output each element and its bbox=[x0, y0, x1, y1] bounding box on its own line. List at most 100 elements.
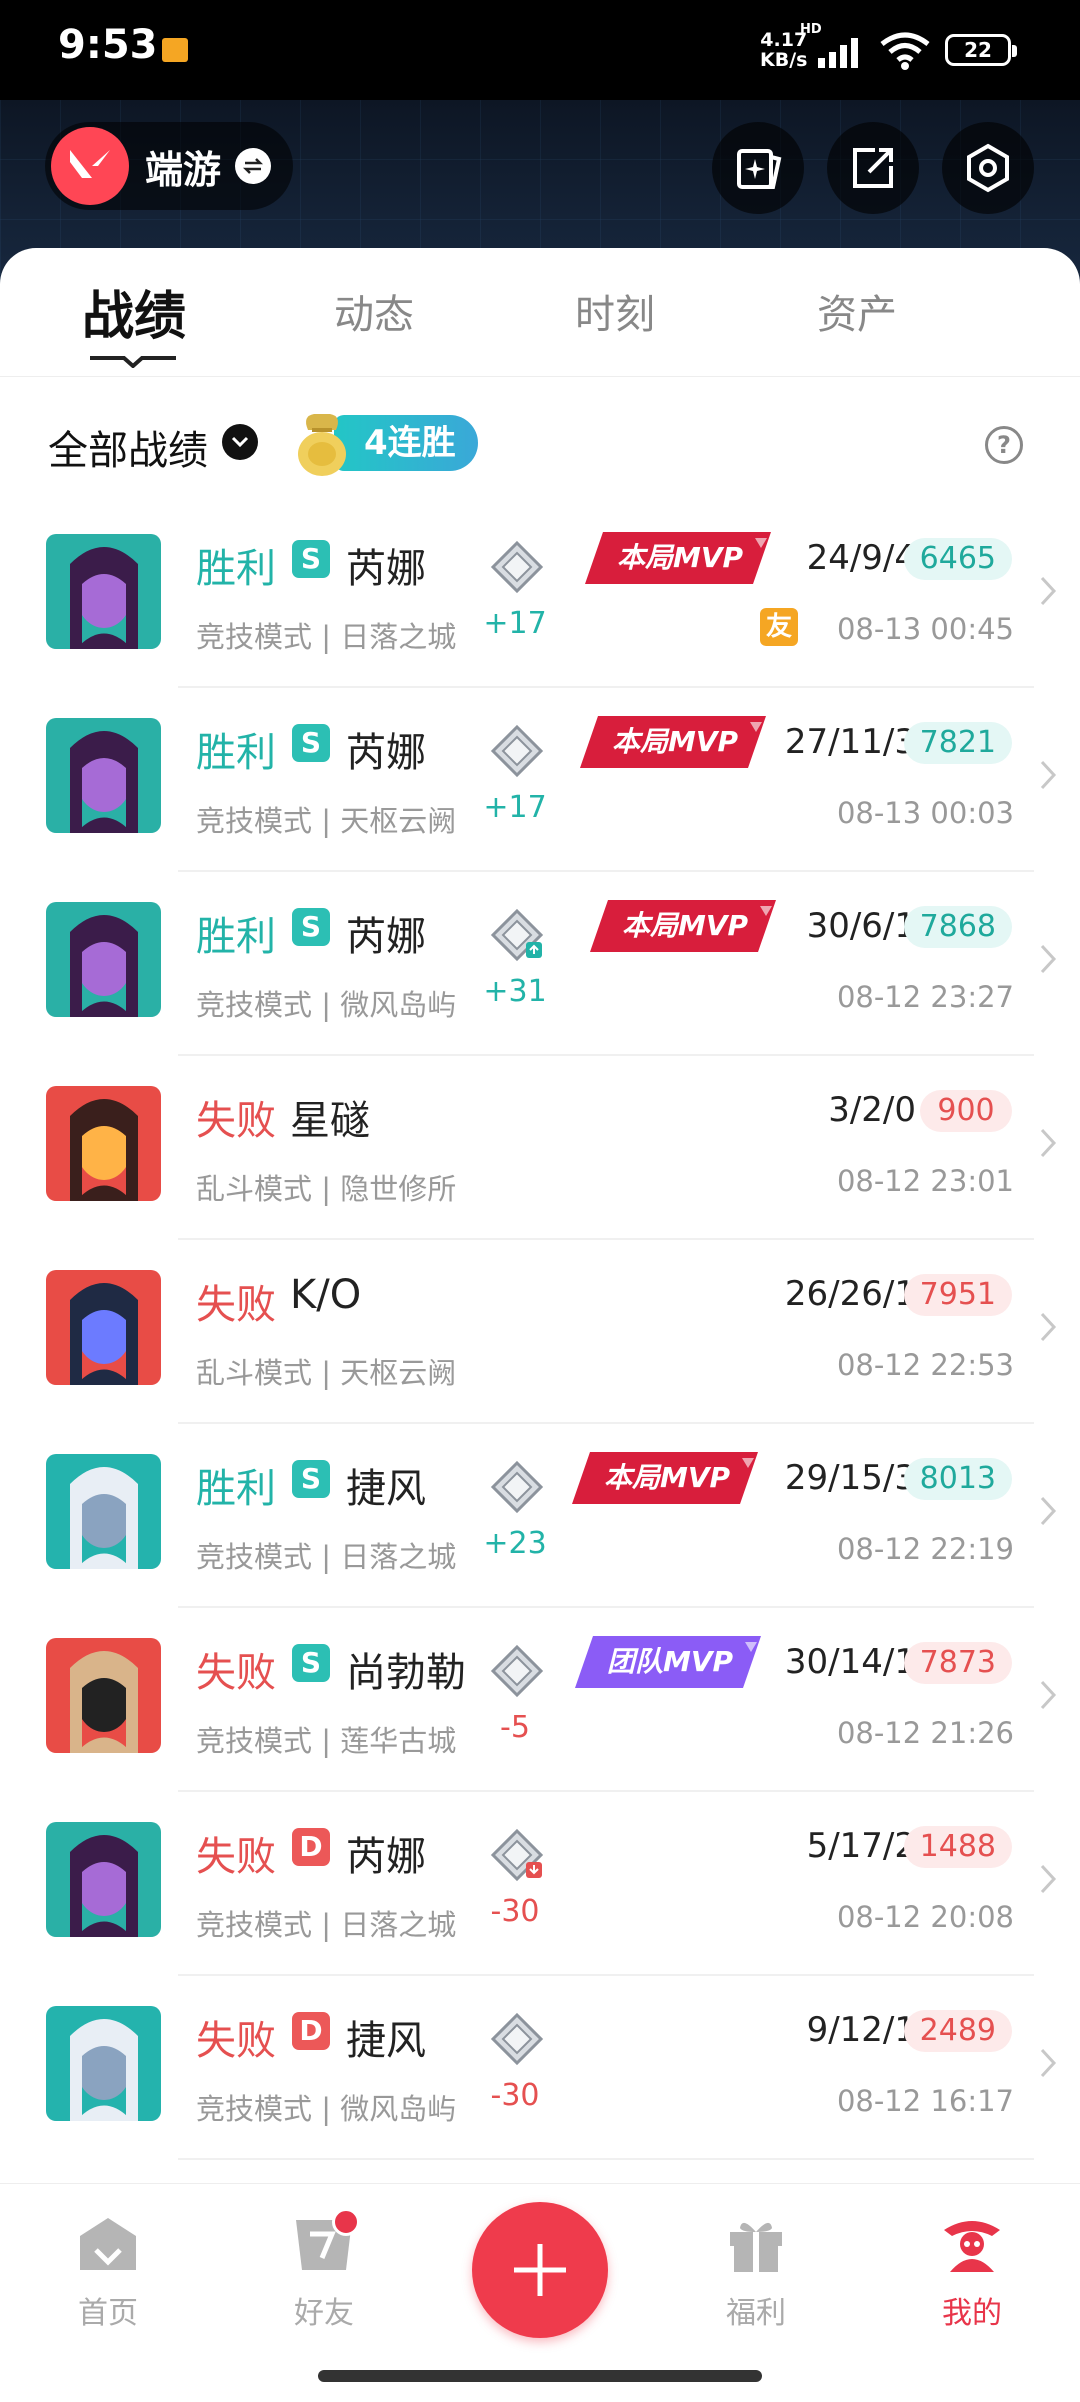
chevron-right-icon bbox=[1040, 760, 1057, 790]
agent-name: 芮娜 bbox=[346, 1834, 426, 1880]
match-row[interactable]: 失败 星礈 乱斗模式 | 隐世修所 3/2/0 900 08-12 23:01 bbox=[0, 1056, 1080, 1240]
card-edit-button[interactable] bbox=[712, 122, 804, 214]
mvp-badge: 本局MVP bbox=[572, 1448, 762, 1508]
swap-icon bbox=[235, 148, 272, 184]
rank-diamond-icon bbox=[490, 1644, 544, 1698]
rank-diamond-icon bbox=[490, 2012, 544, 2066]
agent-name: 星礈 bbox=[290, 1098, 370, 1144]
mvp-label: 本局MVP bbox=[621, 909, 749, 942]
gift-icon bbox=[730, 2222, 782, 2272]
match-row[interactable]: 失败 K/O 乱斗模式 | 天枢云阙 26/26/1 7951 08-12 22:53 bbox=[0, 1240, 1080, 1424]
chevron-right-icon bbox=[1040, 1864, 1057, 1894]
tab-record[interactable]: 战绩 bbox=[82, 274, 186, 349]
network-type: HD bbox=[800, 22, 822, 37]
match-result: 失败 bbox=[196, 1282, 276, 1328]
match-time: 08-12 23:01 bbox=[836, 1164, 1014, 1198]
match-time: 08-12 22:19 bbox=[836, 1532, 1014, 1566]
nav-home[interactable]: 首页 bbox=[48, 2214, 168, 2332]
match-time: 08-12 20:08 bbox=[836, 1900, 1014, 1934]
agent-avatar bbox=[46, 1822, 161, 1937]
add-button[interactable] bbox=[472, 2202, 608, 2338]
match-row[interactable]: 胜利 S 芮娜 竞技模式 | 日落之城 +17 本局MVP 24/9/4 6465 友 08… bbox=[0, 504, 1080, 688]
performance-grade: D bbox=[292, 2012, 330, 2050]
nav-profile-label: 我的 bbox=[942, 2296, 1002, 2331]
rr-change: +17 bbox=[483, 606, 547, 641]
divider bbox=[178, 2158, 1034, 2160]
game-mode: 乱斗模式 bbox=[196, 1172, 313, 1206]
agent-avatar bbox=[46, 1454, 161, 1569]
chevron-right-icon bbox=[1040, 2048, 1057, 2078]
match-time: 08-13 00:45 bbox=[836, 612, 1014, 646]
kda: 26/26/1 bbox=[784, 1274, 916, 1314]
map-name: 天枢云阙 bbox=[340, 804, 457, 838]
agent-avatar bbox=[46, 534, 161, 649]
kda: 30/14/1 bbox=[784, 1642, 916, 1682]
match-result: 失败 bbox=[196, 1098, 276, 1144]
tab-moments[interactable]: 时刻 bbox=[575, 282, 655, 340]
match-meta: 乱斗模式 | 隐世修所 bbox=[196, 1172, 457, 1206]
match-row[interactable]: 胜利 S 芮娜 竞技模式 | 微风岛屿 +31 本局MVP 30/6/1 7868 08-… bbox=[0, 872, 1080, 1056]
agent-avatar bbox=[46, 718, 161, 833]
performance-grade: D bbox=[292, 1828, 330, 1866]
mvp-label: 团队MVP bbox=[606, 1645, 734, 1678]
match-row[interactable]: 失败 S 尚勃勒 竞技模式 | 莲华古城 -5 团队MVP 30/14/1 7873 08… bbox=[0, 1608, 1080, 1792]
match-row[interactable]: 失败 D 捷风 竞技模式 | 微风岛屿 -30 9/12/1 2489 08-12 16:1… bbox=[0, 1976, 1080, 2160]
agent-name: 芮娜 bbox=[346, 730, 426, 776]
chevron-right-icon bbox=[1040, 944, 1057, 974]
combat-score: 7951 bbox=[903, 1274, 1012, 1316]
trophy-bag-icon bbox=[298, 414, 346, 476]
combat-score: 8013 bbox=[903, 1458, 1012, 1500]
kda: 9/12/1 bbox=[806, 2010, 916, 2050]
match-result: 失败 bbox=[196, 1834, 276, 1880]
game-mode: 竞技模式 bbox=[196, 1908, 313, 1942]
map-name: 日落之城 bbox=[340, 1540, 457, 1574]
nav-welfare[interactable]: 福利 bbox=[696, 2214, 816, 2332]
match-row[interactable]: 胜利 S 捷风 竞技模式 | 日落之城 +23 本局MVP 29/15/3 8013 08… bbox=[0, 1424, 1080, 1608]
status-bar: 9:53 4.17 KB/s HD 22 bbox=[0, 0, 1080, 100]
game-mode: 竞技模式 bbox=[196, 2092, 313, 2126]
settings-button[interactable] bbox=[942, 122, 1034, 214]
combat-score: 7868 bbox=[903, 906, 1012, 948]
net-speed-unit: KB/s bbox=[760, 49, 808, 71]
plus-icon bbox=[514, 2244, 566, 2296]
kda: 30/6/1 bbox=[806, 906, 916, 946]
streak-label: 4连胜 bbox=[334, 415, 478, 471]
share-button[interactable] bbox=[827, 122, 919, 214]
mvp-label: 本局MVP bbox=[603, 1461, 731, 1494]
match-time: 08-12 22:53 bbox=[836, 1348, 1014, 1382]
tab-indicator bbox=[90, 356, 176, 368]
match-time: 08-13 00:03 bbox=[836, 796, 1014, 830]
agent-avatar bbox=[46, 902, 161, 1017]
rr-change: +23 bbox=[483, 1526, 547, 1561]
map-name: 微风岛屿 bbox=[340, 2092, 457, 2126]
filter-dropdown-label[interactable]: 全部战绩 bbox=[48, 418, 208, 476]
match-row[interactable]: 失败 D 芮娜 竞技模式 | 日落之城 -30 5/17/2 1488 08-12 20:0… bbox=[0, 1792, 1080, 1976]
mvp-badge: 本局MVP bbox=[580, 712, 770, 772]
match-row[interactable]: 胜利 S 芮娜 竞技模式 | 天枢云阙 +17 本局MVP 27/11/3 7821 08… bbox=[0, 688, 1080, 872]
nav-profile[interactable]: 我的 bbox=[912, 2214, 1032, 2332]
nav-friends[interactable]: 好友 bbox=[264, 2208, 384, 2332]
tab-assets[interactable]: 资产 bbox=[817, 282, 897, 340]
help-icon[interactable]: ? bbox=[985, 426, 1023, 464]
mvp-label: 本局MVP bbox=[616, 541, 744, 574]
game-mode: 竞技模式 bbox=[196, 620, 313, 654]
chevron-down-icon[interactable] bbox=[222, 424, 258, 460]
game-mode: 竞技模式 bbox=[196, 988, 313, 1022]
home-indicator bbox=[318, 2370, 762, 2382]
kda: 5/17/2 bbox=[806, 1826, 916, 1866]
game-mode: 乱斗模式 bbox=[196, 1356, 313, 1390]
combat-score: 6465 bbox=[903, 538, 1012, 580]
rank-diamond-icon bbox=[490, 724, 544, 778]
tab-feed[interactable]: 动态 bbox=[334, 282, 414, 340]
nav-welfare-label: 福利 bbox=[726, 2296, 786, 2331]
map-name: 日落之城 bbox=[340, 620, 457, 654]
match-result: 失败 bbox=[196, 2018, 276, 2064]
game-switcher[interactable]: 端游 bbox=[45, 122, 294, 210]
chevron-right-icon bbox=[1040, 1128, 1057, 1158]
combat-score: 7873 bbox=[903, 1642, 1012, 1684]
rr-change: -30 bbox=[490, 1894, 540, 1929]
sparkle-card-icon bbox=[737, 149, 782, 189]
agent-avatar bbox=[46, 1638, 161, 1753]
rank-diamond-icon bbox=[490, 540, 544, 594]
match-meta: 竞技模式 | 日落之城 bbox=[196, 1908, 457, 1942]
